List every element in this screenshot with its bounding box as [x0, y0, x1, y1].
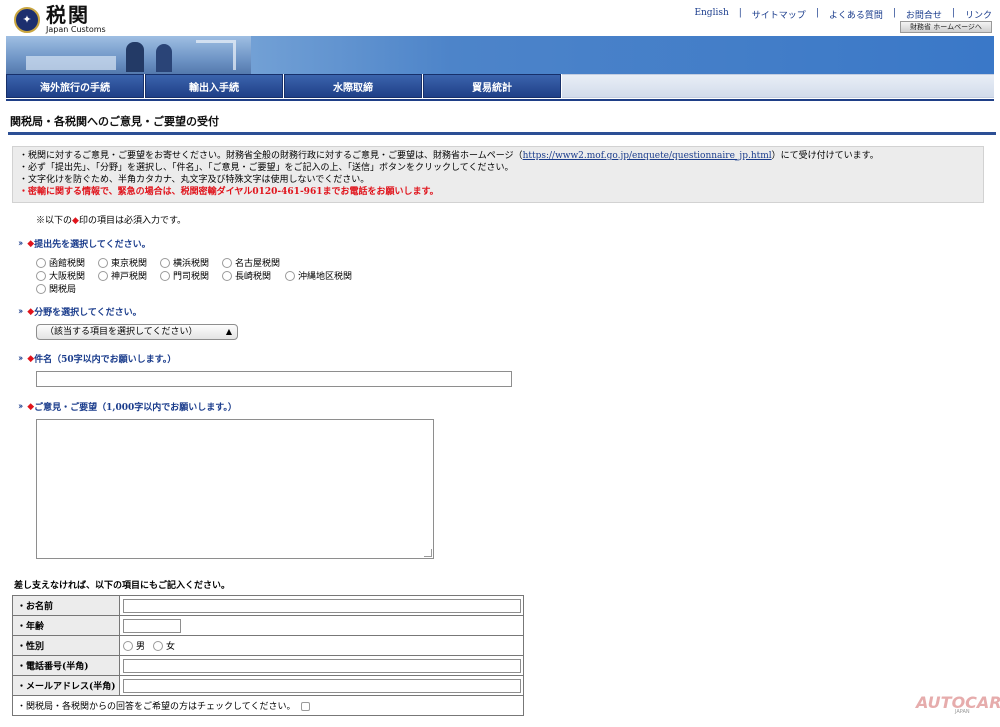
radio-yokohama[interactable]: 横浜税関: [160, 256, 214, 269]
phone-input[interactable]: [123, 658, 521, 673]
email-input[interactable]: [123, 678, 521, 693]
required-note: ※以下の◆印の項目は必須入力です。: [36, 216, 187, 226]
radio-kobe[interactable]: 神戸税関: [98, 269, 152, 282]
age-input[interactable]: [123, 618, 181, 633]
required-mark: ◆: [27, 238, 35, 249]
nav-trade-statistics[interactable]: 貿易統計: [423, 74, 561, 98]
radio-customs-bureau[interactable]: 関税局: [36, 282, 76, 295]
arrow-icon: ››: [18, 238, 23, 249]
radio-nagasaki[interactable]: 長崎税関: [222, 269, 277, 282]
table-row: ・関税局・各税関からの回答をご希望の方はチェックしてください。: [12, 695, 524, 716]
opinion-textarea[interactable]: [36, 419, 434, 559]
link-sitemap[interactable]: サイトマップ: [752, 8, 806, 21]
subject-input[interactable]: [36, 371, 512, 387]
watermark-sub: JAPAN: [955, 709, 970, 715]
nav-travel[interactable]: 海外旅行の手続: [6, 74, 144, 98]
link-contact[interactable]: お問合せ: [906, 8, 942, 21]
reply-checkbox[interactable]: [301, 702, 311, 711]
logo-title-en: Japan Customs: [46, 25, 106, 34]
notice-box: ・税関に対するご意見・ご要望をお寄せください。財務省全般の財務行政に対するご意見…: [12, 146, 984, 203]
sex-label: ・性別: [12, 635, 120, 656]
email-label: ・メールアドレス(半角): [12, 675, 120, 696]
link-faq[interactable]: よくある質問: [829, 8, 883, 21]
radio-okinawa[interactable]: 沖縄地区税関: [285, 269, 352, 282]
mof-homepage-button[interactable]: 財務省 ホームページへ: [900, 21, 992, 33]
question-field: ›› ◆ 分野を選択してください。: [18, 306, 142, 319]
radio-moji[interactable]: 門司税関: [160, 269, 214, 282]
question-opinion: ›› ◆ ご意見・ご要望（1,000字以内でお願いします。）: [18, 401, 237, 414]
page-title: 関税局・各税関へのご意見・ご要望の受付: [8, 113, 996, 135]
reply-request-label: ・関税局・各税関からの回答をご希望の方はチェックしてください。: [17, 702, 296, 712]
select-caret-icon: ▲: [225, 327, 232, 336]
radio-male[interactable]: 男: [123, 639, 145, 652]
radio-female[interactable]: 女: [153, 639, 175, 652]
phone-label: ・電話番号(半角): [12, 655, 120, 676]
nav-border-control[interactable]: 水際取締: [284, 74, 422, 98]
top-links: English | サイトマップ | よくある質問 | お問合せ | リンク: [694, 8, 992, 21]
notice-line-2: ・必ず「提出先」、「分野」を選択し、「件名」、「ご意見・ご要望」をご記入の上、「…: [19, 163, 514, 173]
required-mark: ◆: [27, 353, 35, 364]
resize-grip-icon[interactable]: [424, 549, 432, 557]
radio-hakodate[interactable]: 函館税関: [36, 256, 90, 269]
mof-questionnaire-link[interactable]: https://www2.mof.go.jp/enquete/questionn…: [523, 151, 772, 161]
customs-logo[interactable]: ✦ 税関 Japan Customs: [14, 5, 106, 34]
radio-osaka[interactable]: 大阪税関: [36, 269, 90, 282]
age-label: ・年齢: [12, 615, 120, 636]
arrow-icon: ››: [18, 401, 23, 412]
notice-line-1: ・税関に対するご意見・ご要望をお寄せください。財務省全般の財務行政に対するご意見…: [19, 151, 879, 161]
radio-nagoya[interactable]: 名古屋税関: [222, 256, 280, 269]
header-banner: [6, 36, 994, 74]
destination-radio-group: 函館税関 東京税関 横浜税関 名古屋税関 大阪税関 神戸税関 門司税関 長崎税関…: [36, 256, 396, 295]
field-select[interactable]: （該当する項目を選択してください） ▲: [36, 324, 238, 340]
reply-request-row: ・関税局・各税関からの回答をご希望の方はチェックしてください。: [12, 695, 524, 716]
link-english[interactable]: English: [694, 8, 728, 21]
table-row: ・年齢: [12, 615, 524, 636]
logo-title-ja: 税関: [46, 3, 90, 27]
site-header: ✦ 税関 Japan Customs English | サイトマップ | よく…: [0, 0, 1000, 36]
arrow-icon: ››: [18, 353, 23, 364]
notice-line-4: ・密輸に関する情報で、緊急の場合は、税関密輸ダイヤル0120-461-961まで…: [19, 187, 439, 197]
table-row: ・電話番号(半角): [12, 655, 524, 676]
radio-tokyo[interactable]: 東京税関: [98, 256, 152, 269]
table-row: ・お名前: [12, 595, 524, 616]
nav-import-export[interactable]: 輸出入手続: [145, 74, 283, 98]
link-links[interactable]: リンク: [965, 8, 992, 21]
name-input[interactable]: [123, 598, 521, 613]
banner-photo: [6, 36, 251, 74]
name-label: ・お名前: [12, 595, 120, 616]
customs-emblem-icon: ✦: [14, 6, 40, 33]
main-nav: 海外旅行の手続 輸出入手続 水際取締 貿易統計: [6, 74, 994, 100]
table-row: ・メールアドレス(半角): [12, 675, 524, 696]
optional-section-label: 差し支えなければ、以下の項目にもご記入ください。: [14, 581, 231, 591]
question-subject: ›› ◆ 件名（50字以内でお願いします。）: [18, 353, 177, 366]
question-destination: ›› ◆ 提出先を選択してください。: [18, 238, 151, 251]
table-row: ・性別 男 女: [12, 635, 524, 656]
required-mark: ◆: [27, 306, 35, 317]
notice-line-3: ・文字化けを防ぐため、半角カタカナ、丸文字及び特殊文字は使用しないでください。: [19, 175, 370, 185]
arrow-icon: ››: [18, 306, 23, 317]
personal-info-table: ・お名前 ・年齢 ・性別 男 女 ・電話番号(半角) ・メールアドレス(半角) …: [12, 595, 524, 716]
required-mark: ◆: [27, 401, 35, 412]
